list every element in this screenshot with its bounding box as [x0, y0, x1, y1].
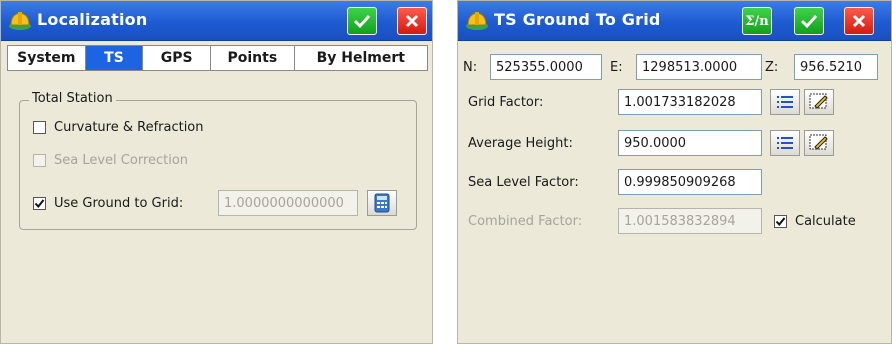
calculate-label: Calculate [795, 214, 856, 229]
tab-gps[interactable]: GPS [143, 46, 212, 70]
ok-button[interactable] [347, 7, 377, 35]
elevation-label: Z: [765, 60, 779, 75]
checkmark-icon [775, 217, 786, 227]
ground-to-grid-option[interactable]: Use Ground to Grid: [33, 196, 183, 211]
curvature-refraction-label: Curvature & Refraction [54, 120, 204, 135]
curvature-refraction-option[interactable]: Curvature & Refraction [33, 120, 204, 135]
ground-to-grid-value-field: 1.0000000000000 [218, 190, 358, 216]
northing-label: N: [463, 60, 478, 75]
list-icon [777, 96, 793, 108]
average-height-label: Average Height: [468, 136, 573, 151]
close-icon [852, 14, 866, 28]
sigma-average-button[interactable]: Σ/n [742, 7, 772, 35]
grid-factor-edit-button[interactable] [804, 89, 834, 115]
sea-level-factor-label: Sea Level Factor: [468, 175, 579, 190]
easting-field[interactable]: 1298513.0000 [636, 54, 762, 80]
average-height-field[interactable]: 950.0000 [618, 130, 762, 156]
ground-to-grid-checkbox[interactable] [33, 197, 46, 210]
tab-ts[interactable]: TS [85, 46, 144, 70]
sea-level-checkbox [33, 154, 46, 167]
elevation-field[interactable]: 956.5210 [794, 54, 878, 80]
northing-field[interactable]: 525355.0000 [490, 54, 602, 80]
combined-factor-field: 1.001583832894 [618, 208, 762, 234]
close-icon [405, 14, 419, 28]
title-bar: Localization [1, 1, 432, 41]
hardhat-icon [466, 12, 488, 30]
list-icon [777, 137, 793, 149]
average-height-list-button[interactable] [770, 130, 800, 156]
grid-factor-label: Grid Factor: [468, 95, 544, 110]
calculator-icon [374, 193, 390, 213]
checkmark-icon [353, 14, 371, 29]
sea-level-label: Sea Level Correction [54, 153, 189, 168]
window-title: Localization [37, 10, 148, 29]
calculate-option[interactable]: Calculate [774, 214, 856, 229]
tab-points[interactable]: Points [211, 46, 295, 70]
window-title: TS Ground To Grid [494, 10, 661, 29]
ground-to-grid-label: Use Ground to Grid: [54, 196, 184, 211]
sea-level-option: Sea Level Correction [33, 153, 188, 168]
cancel-button[interactable] [397, 7, 427, 35]
localization-window: Localization System TS GPS Points By Hel… [0, 0, 433, 344]
hardhat-icon [9, 12, 31, 30]
edit-pencil-icon [809, 134, 828, 150]
ground-to-grid-calc-button[interactable] [367, 190, 397, 216]
sigma-n-icon: Σ/n [745, 13, 769, 29]
group-title: Total Station [29, 91, 116, 106]
average-height-edit-button[interactable] [804, 130, 834, 156]
ts-ground-to-grid-window: TS Ground To Grid Σ/n N: 525355.0000 E: … [457, 0, 892, 344]
tab-bar: System TS GPS Points By Helmert [7, 45, 428, 71]
combined-factor-label: Combined Factor: [468, 214, 583, 229]
sea-level-factor-field[interactable]: 0.999850909268 [618, 169, 762, 195]
calculate-checkbox[interactable] [774, 215, 787, 228]
tab-by-helmert[interactable]: By Helmert [295, 46, 427, 70]
easting-label: E: [610, 60, 623, 75]
checkmark-icon [34, 199, 45, 209]
checkmark-icon [800, 14, 818, 29]
grid-factor-field[interactable]: 1.001733182028 [618, 89, 762, 115]
title-bar: TS Ground To Grid Σ/n [458, 1, 891, 41]
grid-factor-list-button[interactable] [770, 89, 800, 115]
tab-system[interactable]: System [8, 46, 86, 70]
curvature-refraction-checkbox[interactable] [33, 121, 46, 134]
edit-pencil-icon [809, 93, 828, 109]
ok-button[interactable] [794, 7, 824, 35]
cancel-button[interactable] [844, 7, 874, 35]
